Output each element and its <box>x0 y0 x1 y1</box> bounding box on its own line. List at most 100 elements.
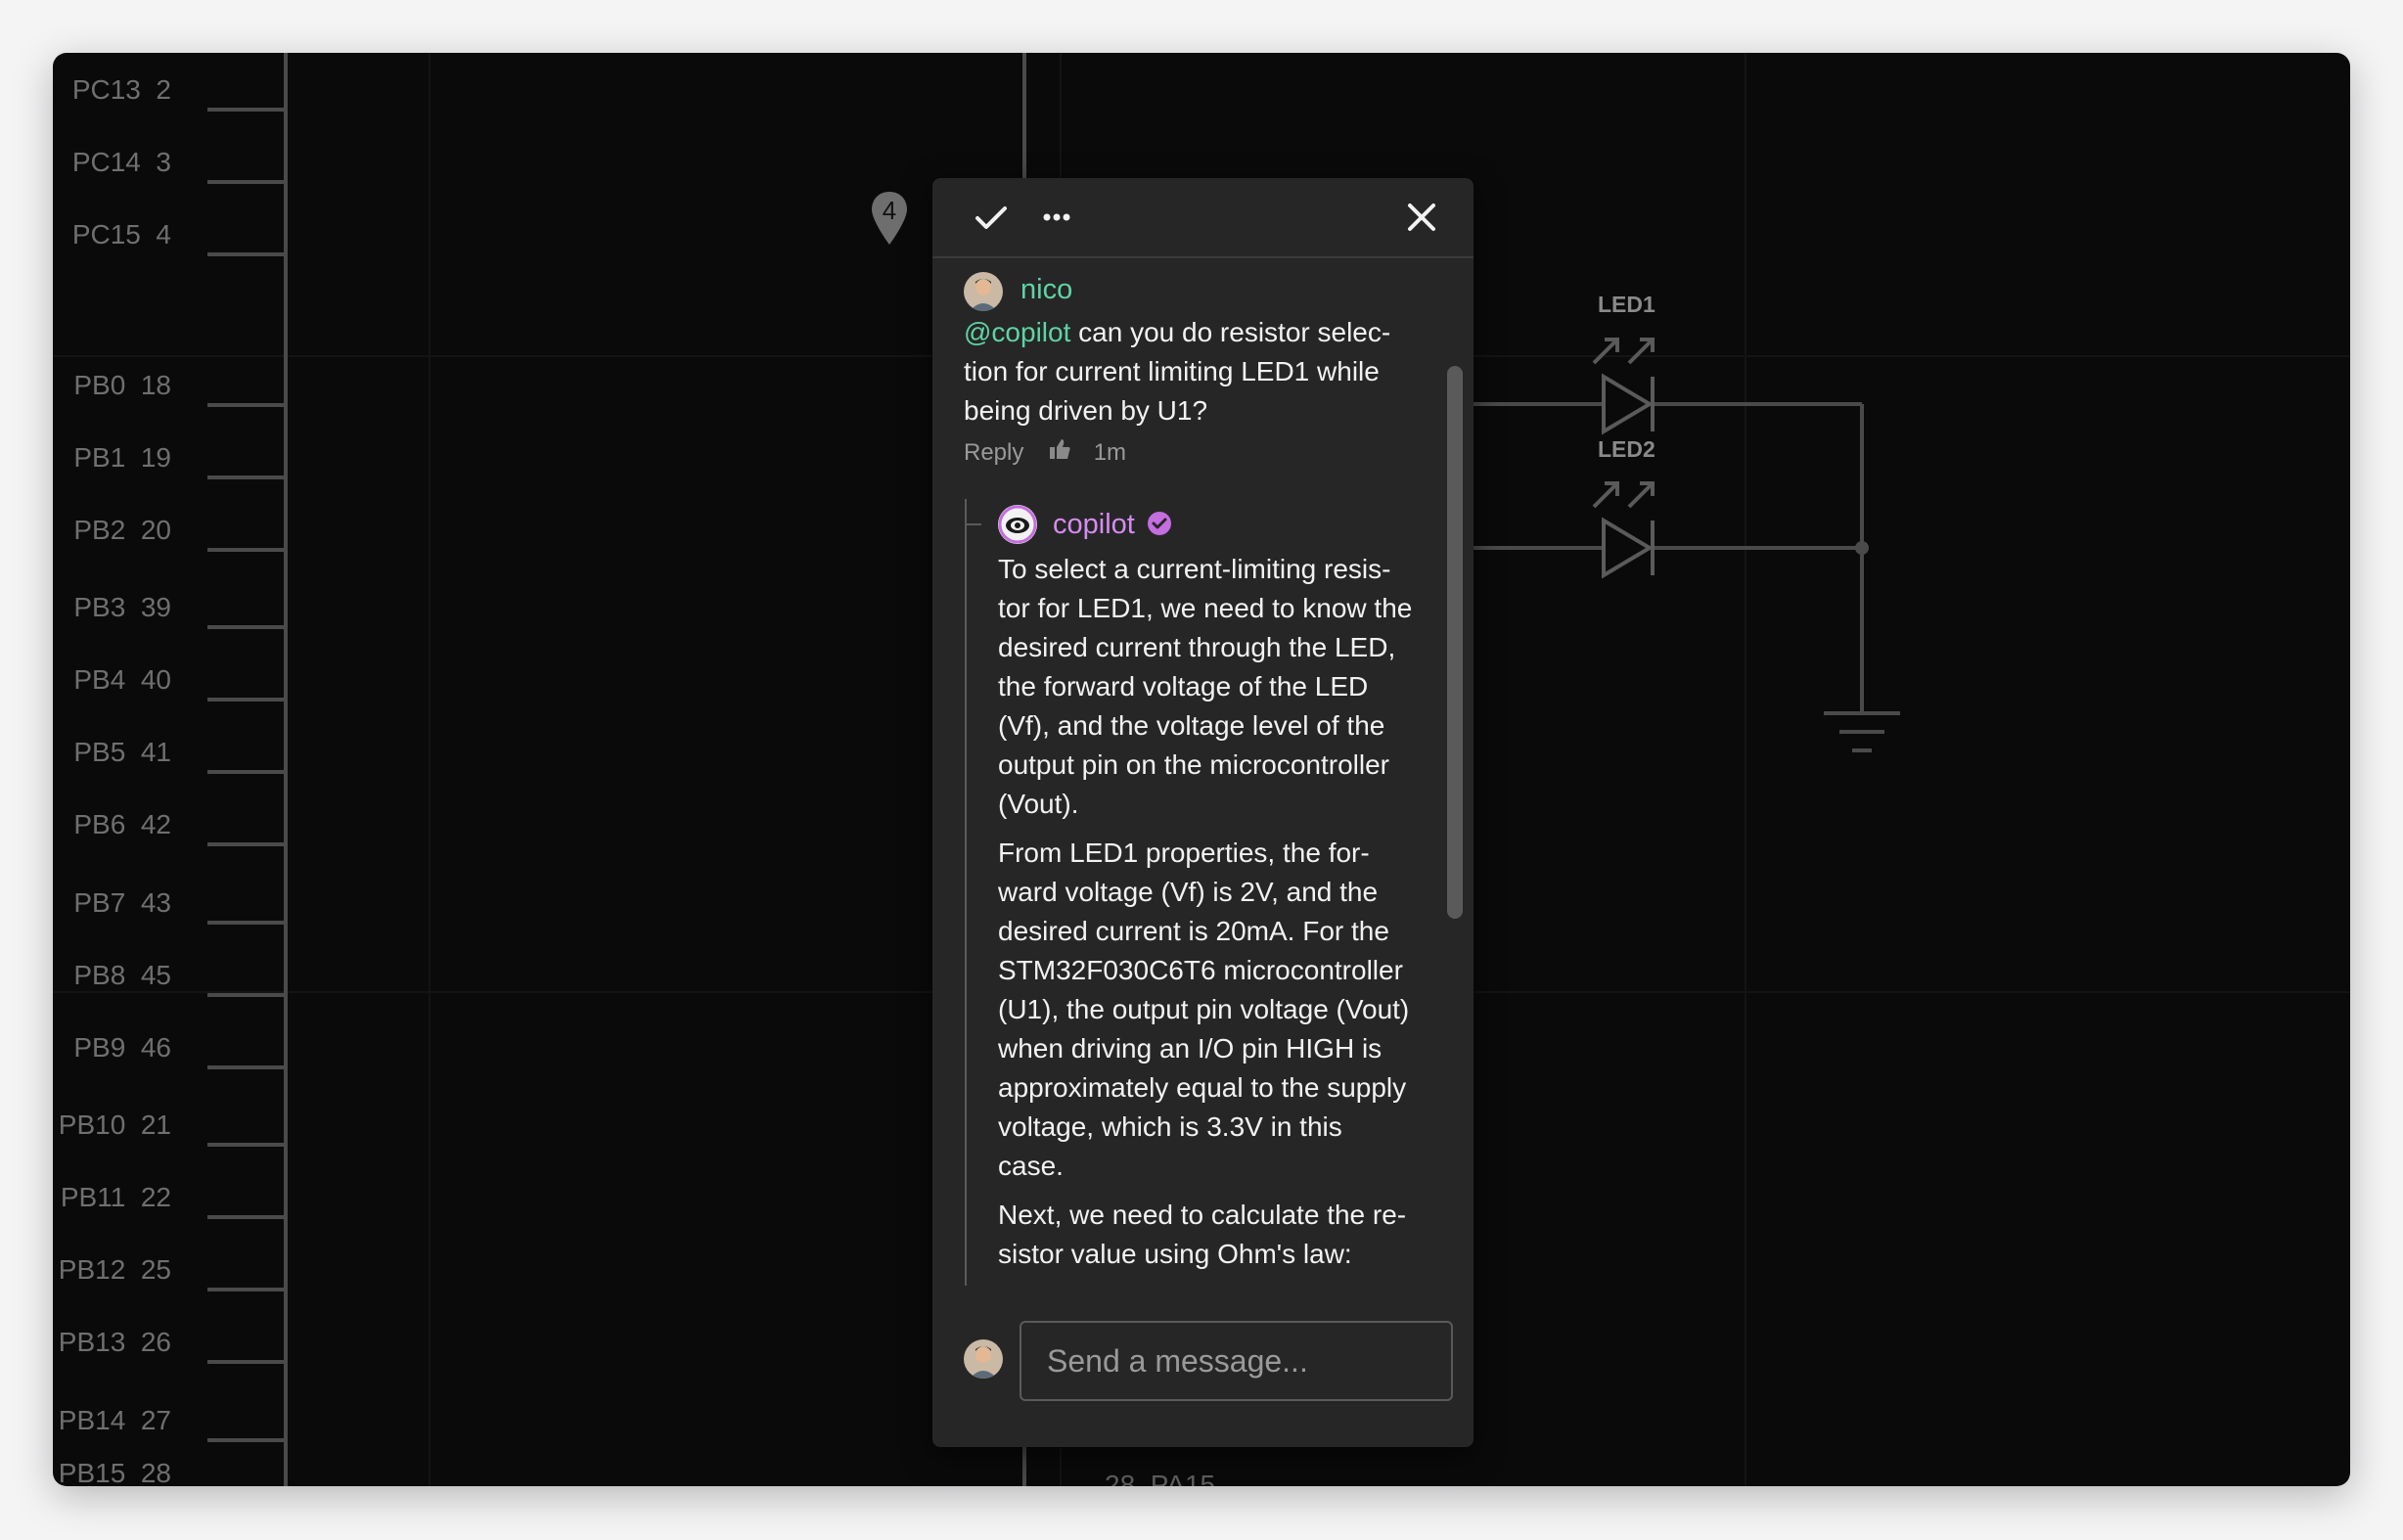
reply-line: approximately equal to the supply <box>998 1072 1407 1103</box>
reply-line: Next, we need to calculate the re- <box>998 1200 1407 1230</box>
reply-line: ward voltage (Vf) is 2V, and the <box>998 877 1379 907</box>
pin-number: 20 <box>140 515 171 545</box>
pin-name: PB12 <box>58 1254 126 1285</box>
pin-label: PB12 25 <box>59 1255 171 1285</box>
message-composer <box>932 1286 1474 1447</box>
pin-label: PB7 43 <box>73 888 171 918</box>
message-list[interactable]: nico @copilot can you do resistor selec-… <box>932 258 1474 1286</box>
comment-line: being driven by U1? <box>964 395 1208 426</box>
pin-label: PB8 45 <box>73 961 171 990</box>
resolve-button[interactable] <box>972 198 1011 237</box>
pin-name: PB7 <box>73 887 126 918</box>
led2-label: LED2 <box>1598 436 1655 462</box>
pin-label: PB0 18 <box>73 371 171 400</box>
comment-body: @copilot can you do resistor selec- tion… <box>964 313 1433 430</box>
reply-line: From LED1 properties, the for- <box>998 838 1370 868</box>
pin-label: PC14 3 <box>72 148 171 177</box>
reply-body: To select a current-limiting resis-tor f… <box>998 550 1428 1286</box>
pin-name: PB3 <box>73 592 126 622</box>
reply-link[interactable]: Reply <box>964 439 1023 466</box>
like-button[interactable] <box>1048 437 1071 471</box>
check-icon <box>975 206 1007 229</box>
pin-number: 45 <box>140 960 171 990</box>
pin-number: 46 <box>140 1032 171 1063</box>
reply-line: STM32F030C6T6 microcontroller <box>998 955 1403 985</box>
pin-name: PC15 <box>71 219 141 249</box>
reply-line: To select a current-limiting resis- <box>998 554 1391 584</box>
reply-line: (U1), the output pin voltage (Vout) <box>998 994 1410 1024</box>
user-avatar-icon <box>964 1339 1003 1379</box>
more-options-button[interactable] <box>1037 198 1076 237</box>
led-circuit <box>1474 402 1900 752</box>
pin-number: 39 <box>140 592 171 622</box>
reply-line: desired current is 20mA. For the <box>998 916 1389 946</box>
pin-label: PB15 28 <box>59 1458 171 1487</box>
led2-symbol <box>1602 517 1654 579</box>
reply-line: the forward voltage of the LED <box>998 671 1369 702</box>
pin-name: PB11 <box>60 1182 126 1212</box>
pin-name: PB1 <box>73 442 126 473</box>
copilot-avatar-icon <box>998 505 1037 544</box>
thread-connector <box>965 499 981 1286</box>
comment-line: @copilot can you do resistor selec- <box>964 317 1391 347</box>
pin-number: 28 <box>140 1458 171 1487</box>
avatar <box>964 1339 1003 1379</box>
reply-paragraph: From LED1 properties, the for-ward volta… <box>998 834 1428 1186</box>
pin-number: 41 <box>140 737 171 767</box>
user-avatar-icon <box>964 272 1003 311</box>
pin-label: PB10 21 <box>59 1110 171 1140</box>
pin-number: 27 <box>140 1405 171 1435</box>
message-input[interactable] <box>1020 1321 1453 1401</box>
pin-label: PB11 22 <box>61 1183 171 1212</box>
scrollbar-thumb[interactable] <box>1447 366 1463 919</box>
pin-name: PB14 <box>58 1405 126 1435</box>
comment-marker-number: 4 <box>882 196 897 225</box>
pin-label: PB13 26 <box>59 1328 171 1357</box>
comment-line: tion for current limiting LED1 while <box>964 356 1380 386</box>
reply-line: case. <box>998 1151 1064 1181</box>
pin-number: 43 <box>140 887 171 918</box>
comment-meta: Reply 1m <box>964 436 1126 470</box>
reply-line: sistor value using Ohm's law: <box>998 1239 1352 1269</box>
close-button[interactable] <box>1402 198 1441 237</box>
pin-number: 19 <box>140 442 171 473</box>
junction-dot <box>1855 541 1869 555</box>
pin-label: PB5 41 <box>73 738 171 767</box>
pin-label: PB14 27 <box>59 1406 171 1435</box>
reply-author: copilot <box>1053 505 1172 544</box>
thumbs-up-icon <box>1050 438 1070 459</box>
pin-name: PB4 <box>73 664 126 695</box>
reply-paragraph: To select a current-limiting resis-tor f… <box>998 550 1428 824</box>
led1-label: LED1 <box>1598 292 1655 317</box>
verified-badge-icon <box>1147 512 1171 535</box>
pin-name: PB8 <box>73 960 126 990</box>
pin-name: PB0 <box>73 370 126 400</box>
pin-name: PC14 <box>71 147 141 177</box>
pin-label: PB1 19 <box>73 443 171 473</box>
comment-pin-marker[interactable]: 4 <box>870 190 909 249</box>
comment-timestamp: 1m <box>1093 439 1127 466</box>
reply-line: (Vf), and the voltage level of the <box>998 710 1385 741</box>
pin-label: PC15 4 <box>72 220 171 249</box>
pin-number: 4 <box>156 219 171 249</box>
avatar <box>964 272 1003 311</box>
pin-name: PB2 <box>73 515 126 545</box>
reply-line: when driving an I/O pin HIGH is <box>998 1033 1383 1064</box>
reply-paragraph: Next, we need to calculate the re-sistor… <box>998 1196 1428 1274</box>
pin-number: 21 <box>140 1110 171 1140</box>
pin-label: PB4 40 <box>73 665 171 695</box>
reply-line: tor for LED1, we need to know the <box>998 593 1413 623</box>
pin-label: PB3 39 <box>73 593 171 622</box>
mention-link[interactable]: @copilot <box>964 317 1070 347</box>
pin-name: PB10 <box>58 1110 126 1140</box>
pin-name: PB5 <box>73 737 126 767</box>
reply-line: voltage, which is 3.3V in this <box>998 1111 1342 1142</box>
pin-number: 26 <box>140 1327 171 1357</box>
pin-label: PB6 42 <box>73 810 171 839</box>
pin-number: 25 <box>140 1254 171 1285</box>
reply-line: (Vout). <box>998 789 1079 819</box>
pin-name: PC13 <box>71 74 141 105</box>
led1-symbol <box>1602 373 1654 435</box>
pin-name: PB6 <box>73 809 126 839</box>
pin-label: PB9 46 <box>73 1033 171 1063</box>
